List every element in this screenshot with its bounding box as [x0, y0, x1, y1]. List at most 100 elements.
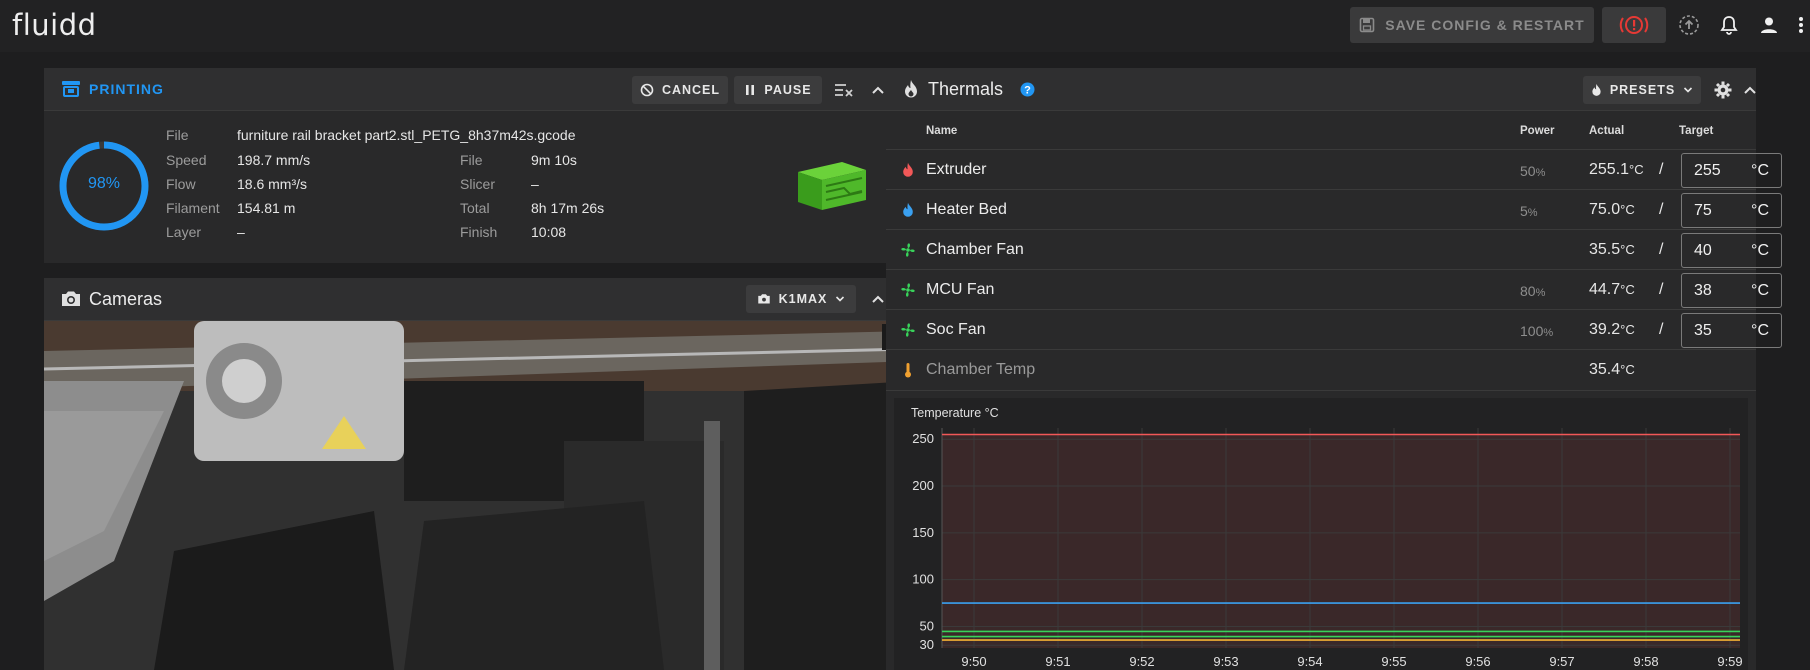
- fan-icon: [901, 243, 915, 257]
- total-label: Total: [460, 200, 490, 216]
- column-header-power[interactable]: Power: [1520, 125, 1555, 137]
- thermals-card: Thermals ? PRESETS Name Power Actual Tar…: [886, 68, 1782, 670]
- svg-text:?: ?: [1024, 85, 1031, 97]
- camera-select-label: K1MAX: [778, 292, 828, 306]
- printing-title: PRINTING: [89, 81, 164, 97]
- y-tick-label: 200: [912, 478, 934, 493]
- printing-card-header: PRINTING CANCEL PAUSE: [44, 68, 914, 111]
- thermals-card-header: Thermals ? PRESETS: [886, 68, 1756, 111]
- thermal-slash: /: [1659, 241, 1664, 258]
- x-tick-label: 9:51: [1045, 654, 1070, 669]
- thermal-target-input[interactable]: 35 °C: [1681, 313, 1782, 348]
- y-tick-label: 30: [920, 637, 934, 652]
- column-header-target[interactable]: Target: [1679, 125, 1713, 137]
- column-header-name[interactable]: Name: [926, 125, 957, 137]
- thermal-actual: 75.0°C: [1589, 201, 1635, 218]
- thermal-name: MCU Fan: [926, 281, 995, 298]
- y-tick-label: 150: [912, 525, 934, 540]
- extruder-area: [942, 434, 1740, 648]
- flow-value: 18.6 mm³/s: [237, 176, 308, 192]
- x-tick-label: 9:59: [1717, 654, 1742, 669]
- slicer-value: –: [531, 176, 539, 192]
- thermal-target-input[interactable]: 38 °C: [1681, 273, 1782, 308]
- column-header-actual[interactable]: Actual: [1589, 125, 1624, 137]
- flame-icon: [903, 162, 913, 177]
- camera-feed[interactable]: [44, 321, 914, 670]
- thermal-target-input[interactable]: 40 °C: [1681, 233, 1782, 268]
- chevron-down-icon: [836, 296, 845, 302]
- thermal-row-chamber-fan[interactable]: Chamber Fan 35.5°C / 40 °C: [886, 229, 1782, 270]
- y-tick-label: 250: [912, 431, 934, 446]
- finish-value: 10:08: [531, 224, 567, 240]
- thermal-actual: 255.1°C: [1589, 161, 1644, 178]
- x-tick-label: 9:52: [1129, 654, 1154, 669]
- more-vertical-icon[interactable]: [1794, 12, 1808, 38]
- layer-value: –: [237, 224, 245, 240]
- model-thumbnail[interactable]: [796, 158, 868, 214]
- camera-select-button[interactable]: K1MAX: [746, 285, 856, 313]
- cancel-icon: [640, 83, 654, 97]
- printing-card: PRINTING CANCEL PAUSE 98% File furniture…: [44, 68, 914, 263]
- thermal-power: 80%: [1520, 283, 1546, 299]
- x-tick-label: 9:56: [1465, 654, 1490, 669]
- list-remove-icon: [835, 84, 853, 97]
- thermal-power: 5%: [1520, 203, 1538, 219]
- y-tick-label: 50: [920, 618, 934, 633]
- fire-icon: [905, 80, 917, 98]
- thermal-target-input[interactable]: 255 °C: [1681, 153, 1782, 188]
- x-tick-label: 9:57: [1549, 654, 1574, 669]
- thermal-power: 50%: [1520, 163, 1546, 179]
- filament-label: Filament: [166, 200, 220, 216]
- thermal-target-input[interactable]: 75 °C: [1681, 193, 1782, 228]
- thermal-row-heater-bed[interactable]: Heater Bed 5% 75.0°C / 75 °C: [886, 189, 1782, 230]
- total-value: 8h 17m 26s: [531, 200, 605, 216]
- thermal-row-mcu-fan[interactable]: MCU Fan 80% 44.7°C / 38 °C: [886, 269, 1782, 310]
- cancel-print-button[interactable]: CANCEL: [632, 76, 728, 104]
- thermal-name: Chamber Fan: [926, 241, 1024, 258]
- account-icon[interactable]: [1756, 12, 1782, 38]
- thermals-settings-button[interactable]: [1709, 76, 1737, 104]
- progress-percent: 98%: [87, 175, 121, 192]
- speed-value: 198.7 mm/s: [237, 152, 311, 168]
- slicer-label: Slicer: [460, 176, 496, 192]
- x-tick-label: 9:50: [961, 654, 986, 669]
- cancel-label: CANCEL: [661, 83, 721, 97]
- file-label: File: [166, 127, 189, 143]
- camera-icon: [62, 291, 80, 306]
- thermal-row-chamber-temp[interactable]: Chamber Temp 35.4°C: [886, 349, 1756, 391]
- speed-label: Speed: [166, 152, 207, 168]
- chevron-up-icon: [872, 295, 884, 303]
- gear-icon: [1714, 81, 1732, 99]
- thermal-actual: 39.2°C: [1589, 321, 1635, 338]
- thermal-slash: /: [1659, 201, 1664, 218]
- emergency-stop-icon: [1619, 16, 1649, 34]
- thermal-row-extruder[interactable]: Extruder 50% 255.1°C / 255 °C: [886, 149, 1782, 190]
- thermal-slash: /: [1659, 281, 1664, 298]
- temperature-chart[interactable]: 30 50 100 150 200 250 9:50 9:51 9:52 9:53 9:54 9:55…: [894, 398, 1748, 670]
- y-tick-label: 100: [912, 572, 934, 587]
- pause-print-button[interactable]: PAUSE: [734, 76, 822, 104]
- chevron-down-icon: [1684, 87, 1693, 93]
- emergency-stop-button[interactable]: [1602, 7, 1666, 43]
- thermal-name: Extruder: [926, 161, 987, 178]
- thermal-name: Heater Bed: [926, 201, 1007, 218]
- file-time-label: File: [460, 152, 483, 168]
- thermals-title: Thermals: [928, 79, 1004, 99]
- help-icon[interactable]: ?: [1020, 82, 1035, 97]
- chevron-up-icon: [1744, 86, 1756, 94]
- save-config-label: SAVE CONFIG & RESTART: [1385, 17, 1585, 33]
- bell-icon[interactable]: [1716, 12, 1742, 38]
- collapse-thermals-button[interactable]: [1743, 76, 1757, 104]
- pause-label: PAUSE: [764, 83, 812, 97]
- save-icon: [1359, 17, 1375, 33]
- exclude-objects-button[interactable]: [830, 76, 858, 104]
- thermal-slash: /: [1659, 161, 1664, 178]
- fan-icon: [901, 323, 915, 337]
- thermal-row-soc-fan[interactable]: Soc Fan 100% 39.2°C / 35 °C: [886, 309, 1782, 350]
- chevron-up-icon: [872, 86, 884, 94]
- upload-icon[interactable]: [1676, 12, 1702, 38]
- x-tick-label: 9:54: [1297, 654, 1322, 669]
- app-logo[interactable]: fluidd: [12, 8, 97, 42]
- presets-button[interactable]: PRESETS: [1583, 76, 1701, 104]
- save-config-restart-button[interactable]: SAVE CONFIG & RESTART: [1350, 7, 1594, 43]
